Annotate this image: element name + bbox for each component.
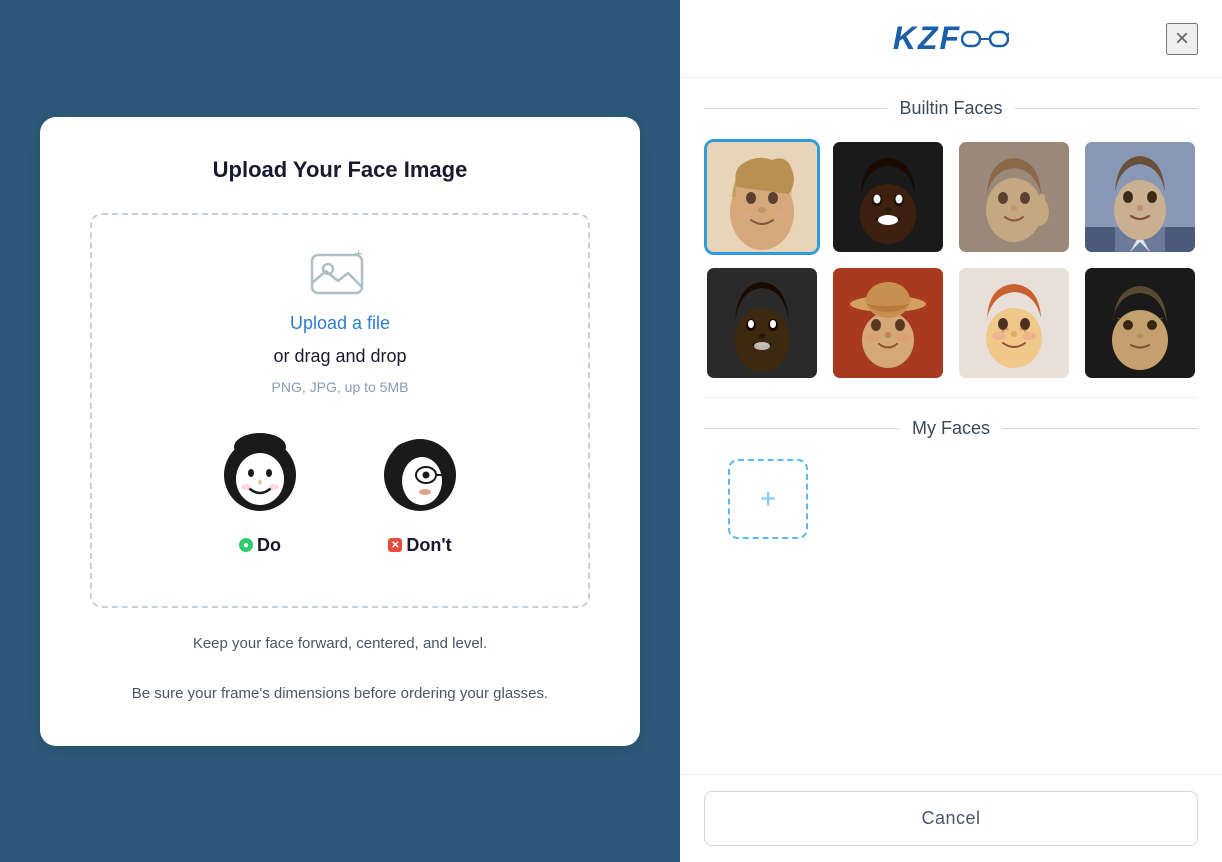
my-divider-right — [1002, 428, 1198, 429]
app-logo: KZF — [893, 20, 1009, 57]
face-thumb-2[interactable] — [830, 139, 946, 255]
my-divider-left — [704, 428, 900, 429]
drag-drop-text: or drag and drop — [273, 346, 406, 367]
do-illustration — [210, 427, 310, 527]
logo-glasses — [961, 22, 1009, 59]
right-header: KZF × — [680, 0, 1222, 78]
svg-text:+: + — [354, 246, 363, 263]
hint-text-2: Be sure your frame's dimensions before o… — [90, 682, 590, 706]
face-thumb-3[interactable] — [956, 139, 1072, 255]
upload-link[interactable]: Upload a file — [290, 313, 390, 334]
upload-icon: + — [308, 245, 372, 301]
divider-right — [1015, 108, 1198, 109]
upload-card: Upload Your Face Image + Upload a file o… — [40, 117, 640, 746]
do-label: Do — [257, 535, 281, 556]
hint-text-1: Keep your face forward, centered, and le… — [90, 632, 590, 656]
upload-title: Upload Your Face Image — [90, 157, 590, 183]
builtin-section-title: Builtin Faces — [899, 98, 1002, 119]
drop-zone[interactable]: + Upload a file or drag and drop PNG, JP… — [90, 213, 590, 608]
left-panel: Upload Your Face Image + Upload a file o… — [0, 0, 680, 862]
dont-label-container: ✕ Don't — [388, 535, 451, 556]
dont-illustration — [370, 427, 470, 527]
close-button[interactable]: × — [1166, 23, 1198, 55]
cancel-button[interactable]: Cancel — [704, 791, 1198, 846]
examples-row: ● Do — [210, 427, 470, 556]
dont-label: Don't — [406, 535, 451, 556]
builtin-faces-grid — [704, 139, 1198, 381]
logo-text: KZF — [893, 20, 961, 56]
divider-left — [704, 108, 887, 109]
file-types-text: PNG, JPG, up to 5MB — [272, 379, 409, 395]
my-faces-section-title: My Faces — [912, 418, 990, 439]
face-thumb-6[interactable] — [830, 265, 946, 381]
my-faces-divider: My Faces — [704, 418, 1198, 439]
cancel-footer: Cancel — [680, 774, 1222, 862]
my-faces-grid: + — [704, 459, 1198, 559]
add-face-button[interactable]: + — [728, 459, 808, 539]
face-thumb-7[interactable] — [956, 265, 1072, 381]
right-panel: KZF × Builtin Faces — [680, 0, 1222, 862]
do-dot: ● — [239, 538, 253, 552]
face-thumb-4[interactable] — [1082, 139, 1198, 255]
face-thumb-8[interactable] — [1082, 265, 1198, 381]
faces-section: Builtin Faces — [680, 78, 1222, 774]
face-thumb-1[interactable] — [704, 139, 820, 255]
dont-dot: ✕ — [388, 538, 402, 552]
builtin-divider: Builtin Faces — [704, 98, 1198, 119]
do-label-container: ● Do — [239, 535, 281, 556]
dont-example: ✕ Don't — [370, 427, 470, 556]
face-thumb-5[interactable] — [704, 265, 820, 381]
add-face-icon: + — [760, 485, 776, 513]
do-example: ● Do — [210, 427, 310, 556]
